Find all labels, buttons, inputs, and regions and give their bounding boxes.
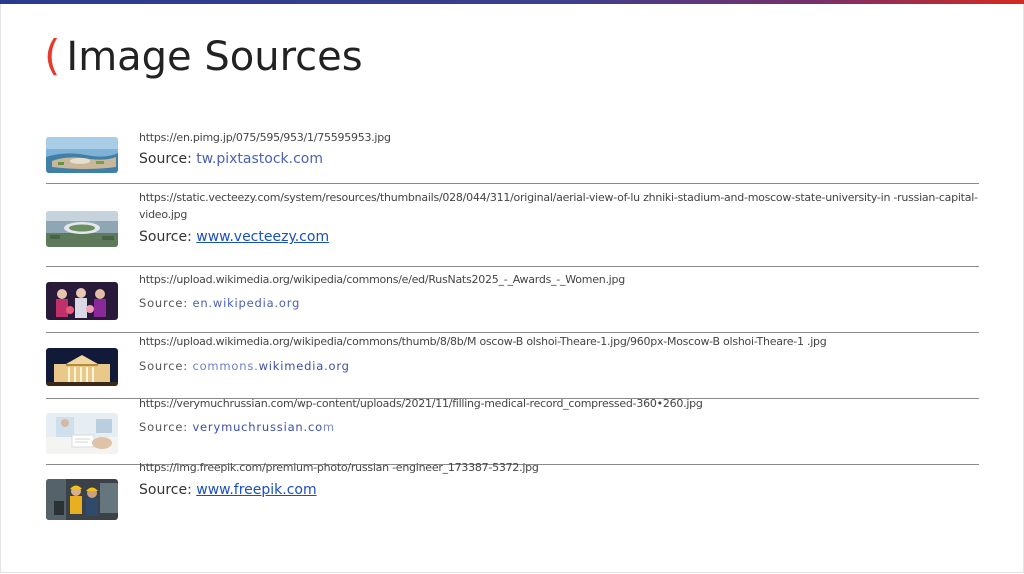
divider	[46, 266, 979, 267]
medical-record-thumbnail	[46, 413, 118, 454]
stadium-aerial-thumbnail	[46, 211, 118, 247]
page-title: (Image Sources	[44, 30, 363, 82]
award-ceremony-thumbnail	[46, 282, 118, 320]
engineers-thumbnail	[46, 479, 118, 520]
slide: (Image Sources https://en.pimg.jp/075/59…	[0, 0, 1024, 574]
source-link[interactable]: www.freepik.com	[196, 482, 316, 498]
source-link-part[interactable]: wikimedia.org	[259, 359, 350, 373]
title-text: Image Sources	[66, 34, 363, 80]
source-line: Source: commons.wikimedia.org	[139, 359, 350, 373]
source-line: Source: www.freepik.com	[139, 482, 317, 498]
source-link-part[interactable]: verymuchrussian.co	[192, 420, 322, 434]
source-link-part[interactable]: commons.	[192, 359, 258, 373]
source-label: Source:	[139, 151, 192, 167]
title-paren-glyph: (	[44, 31, 61, 80]
source-link[interactable]: tw.pixtastock.com	[196, 151, 323, 167]
source-line: Source: verymuchrussian.com	[139, 420, 335, 434]
source-line: Source: tw.pixtastock.com	[139, 151, 323, 167]
source-url[interactable]: https://en.pimg.jp/075/595/953/1/7559595…	[139, 129, 979, 146]
source-link[interactable]: en.wikipedia.org	[192, 296, 300, 310]
source-url[interactable]: https://verymuchrussian.com/wp-content/u…	[139, 395, 979, 412]
source-label: Source:	[139, 359, 188, 373]
divider	[46, 183, 979, 184]
source-url[interactable]: https://upload.wikimedia.org/wikipedia/c…	[139, 271, 979, 288]
source-link-part[interactable]: m	[323, 420, 335, 434]
source-url[interactable]: https://static.vecteezy.com/system/resou…	[139, 189, 979, 223]
source-label: Source:	[139, 229, 192, 245]
source-label: Source:	[139, 420, 188, 434]
source-url[interactable]: https://upload.wikimedia.org/wikipedia/c…	[139, 333, 979, 350]
source-link[interactable]: www.vecteezy.com	[196, 229, 329, 245]
source-line: Source: en.wikipedia.org	[139, 296, 300, 310]
theatre-building-thumbnail	[46, 348, 118, 386]
source-url[interactable]: https://img.freepik.com/premium-photo/ru…	[139, 459, 979, 476]
source-label: Source:	[139, 296, 188, 310]
aerial-city-thumbnail	[46, 137, 118, 173]
source-line: Source: www.vecteezy.com	[139, 229, 329, 245]
source-label: Source:	[139, 482, 192, 498]
